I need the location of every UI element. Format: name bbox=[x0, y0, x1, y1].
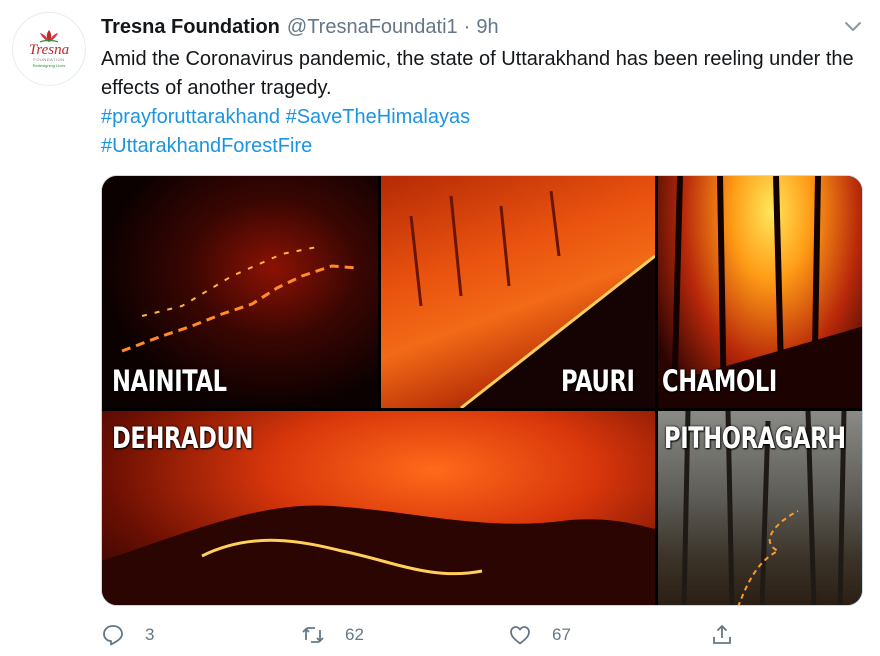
avatar[interactable]: Tresna FOUNDATION Redesigning Lives bbox=[12, 12, 86, 86]
image-tile-pithoragarh: PITHORAGARH bbox=[658, 411, 862, 605]
share-button[interactable] bbox=[710, 620, 734, 650]
location-label: NAINITAL bbox=[112, 364, 227, 398]
share-icon bbox=[713, 624, 731, 644]
hashtag-line: #prayforuttarakhand #SaveTheHimalayas bbox=[101, 103, 861, 132]
image-tile-pauri: PAURI bbox=[381, 176, 655, 408]
reply-button[interactable]: 3 bbox=[101, 620, 154, 650]
location-label: PAURI bbox=[561, 364, 635, 398]
hashtag-link[interactable]: #SaveTheHimalayas bbox=[286, 106, 471, 128]
tweet-text: Amid the Coronavirus pandemic, the state… bbox=[101, 48, 854, 99]
separator-dot: · bbox=[463, 15, 471, 38]
tweet-media-image[interactable]: NAINITAL PAURI CHAMOLI DEHRADUN PITHORAG… bbox=[101, 175, 863, 606]
hashtag-link[interactable]: #UttarakhandForestFire bbox=[101, 135, 312, 157]
tweet-header: Tresna Foundation @TresnaFoundati1 · 9h bbox=[101, 14, 499, 40]
tweet-timestamp[interactable]: 9h bbox=[476, 16, 498, 39]
like-button[interactable]: 67 bbox=[508, 620, 571, 650]
hashtag-line: #UttarakhandForestFire bbox=[101, 132, 861, 161]
reply-count: 3 bbox=[145, 625, 155, 644]
author-name[interactable]: Tresna Foundation bbox=[101, 16, 280, 39]
lotus-logo-icon bbox=[39, 30, 59, 43]
reply-icon bbox=[103, 625, 123, 646]
like-count: 67 bbox=[552, 625, 571, 644]
chevron-down-icon[interactable] bbox=[843, 18, 863, 36]
avatar-logo-tagline: Redesigning Lives bbox=[32, 63, 66, 68]
image-tile-nainital: NAINITAL bbox=[102, 176, 378, 408]
tweet-action-bar: 3 62 67 bbox=[101, 620, 741, 650]
author-handle[interactable]: @TresnaFoundati1 bbox=[287, 16, 458, 39]
retweet-button[interactable]: 62 bbox=[301, 620, 364, 650]
tweet-body: Amid the Coronavirus pandemic, the state… bbox=[101, 45, 861, 161]
image-tile-chamoli: CHAMOLI bbox=[658, 176, 862, 408]
location-label: CHAMOLI bbox=[662, 364, 777, 398]
hashtag-link[interactable]: #prayforuttarakhand bbox=[101, 106, 280, 128]
retweet-icon bbox=[302, 627, 324, 643]
retweet-count: 62 bbox=[345, 625, 364, 644]
avatar-logo-word: Tresna bbox=[28, 42, 70, 58]
location-label: PITHORAGARH bbox=[664, 421, 846, 455]
like-icon bbox=[510, 626, 530, 645]
location-label: DEHRADUN bbox=[112, 421, 254, 455]
image-tile-dehradun: DEHRADUN bbox=[102, 411, 655, 605]
